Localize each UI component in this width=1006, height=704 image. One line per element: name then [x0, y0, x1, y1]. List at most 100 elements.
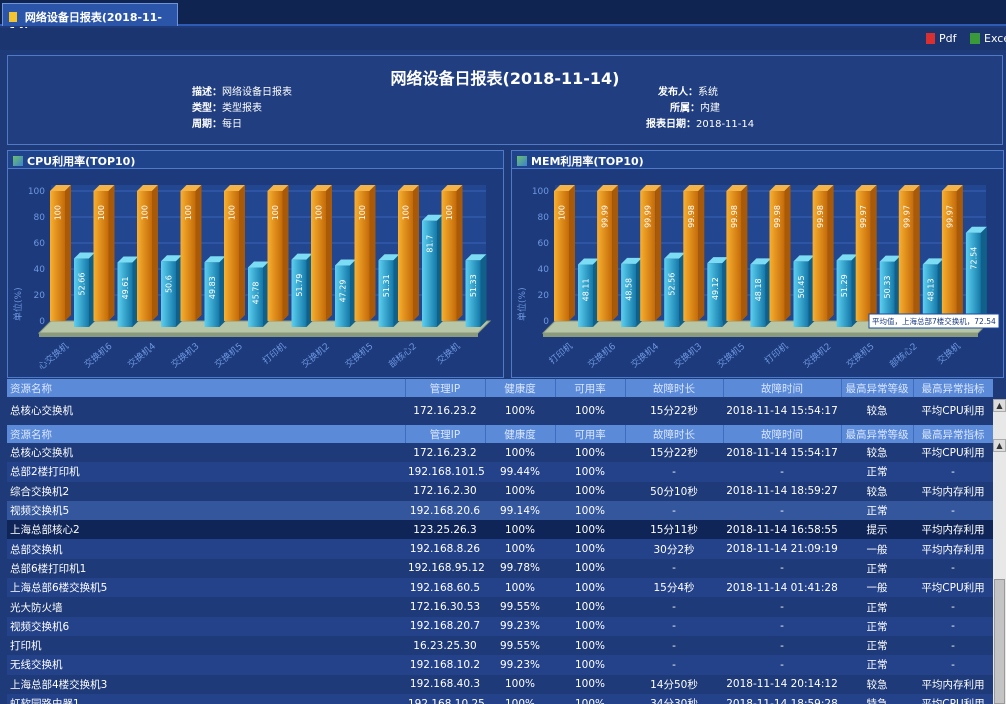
column-header[interactable]: 资源名称	[7, 379, 406, 397]
table-cell: 平均内存利用	[913, 539, 993, 559]
x-tick-label: 部核心2	[386, 340, 419, 370]
table-row[interactable]: 总部6楼打印机1 192.168.95.12 99.78% 100% - - 正常 -	[7, 558, 993, 579]
column-header[interactable]: 最高异常等级	[841, 379, 914, 397]
table-cell: -	[913, 500, 993, 521]
bar-side	[913, 185, 920, 321]
table-cell: 100%	[485, 539, 555, 559]
export-excel-button[interactable]: Excel	[970, 32, 1006, 45]
table-cell: 上海总部6楼交换机5	[7, 578, 405, 598]
table-cell: 100%	[555, 597, 625, 617]
data-label: 50.6	[165, 275, 174, 293]
report-title: 网络设备日报表(2018-11-14)	[390, 69, 620, 88]
data-label: 48.58	[625, 278, 634, 301]
table-row[interactable]: 无线交换机 192.168.10.2 99.23% 100% - - 正常 -	[7, 655, 993, 675]
table-cell: 192.168.40.3	[405, 674, 485, 694]
meta-publisher: 发布人：系统	[658, 87, 718, 98]
table-cell: 192.168.101.56	[405, 462, 485, 482]
table-cell: 光大防火墙	[7, 597, 405, 617]
table-cell: 100%	[555, 578, 625, 598]
data-label: 47.29	[339, 280, 348, 303]
table-cell: 2018-11-14 01:41:28	[723, 578, 841, 598]
table-row[interactable]: 打印机 16.23.25.30 99.55% 100% - - 正常 -	[7, 635, 993, 656]
tab-report[interactable]: 网络设备日报表(2018-11-14)	[2, 3, 178, 38]
column-header[interactable]: 最高异常等级	[841, 425, 914, 443]
data-label: 49.12	[711, 277, 720, 300]
column-header[interactable]: 故障时长	[625, 425, 724, 443]
table-cell: 较急	[841, 481, 913, 501]
column-header[interactable]: 健康度	[485, 379, 556, 397]
meta-owner: 所属：内建	[670, 103, 720, 114]
table-row[interactable]: 虹软园路由器1 192.168.10.25 100% 100% 34分30秒 2018-1…	[7, 693, 993, 704]
meta-type: 类型：类型报表	[192, 103, 262, 114]
excel-label: Excel	[984, 32, 1006, 45]
table-cell: 99.78%	[485, 558, 555, 579]
toolbar: Pdf Excel	[0, 28, 1006, 50]
table-row[interactable]: 总核心交换机 172.16.23.2 100% 100% 15分22秒 2018-11-1…	[7, 443, 993, 463]
table-cell: 100%	[555, 462, 625, 482]
x-tick-label: 交换机5	[844, 340, 877, 370]
table-cell: 平均内存利用	[913, 674, 993, 694]
table-row[interactable]: 综合交换机2 172.16.2.30 100% 100% 50分10秒 2018-11-1…	[7, 481, 993, 501]
data-label: 81.7	[426, 235, 435, 253]
column-header[interactable]: 可用率	[555, 379, 626, 397]
table-cell: 正常	[841, 462, 913, 482]
data-label: 99.99	[644, 205, 653, 228]
table-row[interactable]: 光大防火墙 172.16.30.53 99.55% 100% - - 正常 -	[7, 597, 993, 617]
table-cell: 正常	[841, 655, 913, 675]
table-cell: 50分10秒	[625, 481, 723, 501]
bar-side	[456, 185, 463, 321]
mem-chart-title: MEM利用率(TOP10)	[531, 155, 644, 168]
table-cell: -	[913, 635, 993, 656]
y-axis-label: 单位(%)	[12, 287, 24, 321]
scroll-up-arrow[interactable]: ▲	[993, 399, 1006, 412]
table-cell: 视频交换机6	[7, 616, 405, 636]
bar-side	[65, 185, 71, 321]
table-cell: 正常	[841, 616, 913, 636]
meta-left: 描述：网络设备日报表 类型：类型报表 周期：每日	[192, 85, 292, 133]
column-header[interactable]: 可用率	[555, 425, 626, 443]
bar-side	[108, 185, 115, 321]
export-pdf-button[interactable]: Pdf	[926, 32, 957, 45]
table-row[interactable]: 上海总部6楼交换机5 192.168.60.5 100% 100% 15分4秒 2018-…	[7, 578, 993, 598]
table-cell: 100%	[485, 578, 555, 598]
bar-side	[870, 185, 877, 321]
table-cell: 99.55%	[485, 597, 555, 617]
data-label: 100	[402, 205, 411, 220]
x-tick-label: 交换机2	[801, 340, 834, 370]
y-tick-label: 80	[538, 213, 550, 223]
column-header[interactable]: 故障时间	[723, 379, 842, 397]
table-cell: -	[723, 635, 841, 656]
pdf-icon	[926, 33, 935, 44]
table-row[interactable]: 总部交换机 192.168.8.26 100% 100% 30分2秒 2018-11-14…	[7, 539, 993, 559]
x-tick-label: 部核心2	[887, 340, 920, 370]
bar-side	[741, 185, 748, 321]
table-cell: 100%	[555, 655, 625, 675]
table-cell: 100%	[555, 443, 625, 463]
table-row[interactable]: 视频交换机6 192.168.20.7 99.23% 100% - - 正常 -	[7, 616, 993, 636]
column-header[interactable]: 故障时长	[625, 379, 724, 397]
column-header[interactable]: 最高异常指标	[913, 425, 993, 443]
data-label: 99.97	[859, 205, 868, 228]
column-header[interactable]: 管理IP	[405, 379, 486, 397]
table-cell: 99.23%	[485, 655, 555, 675]
table-row[interactable]: 视频交换机5 192.168.20.6 99.14% 100% - - 正常 -	[7, 500, 993, 521]
data-label: 48.11	[582, 278, 591, 301]
table-cell: 15分4秒	[625, 578, 723, 598]
data-label: 100	[358, 205, 367, 220]
table-row[interactable]: 总核心交换机 172.16.23.2 100% 100% 15分22秒 2018-11-1…	[7, 397, 993, 425]
scroll-up-arrow-secondary[interactable]: ▲	[993, 439, 1006, 452]
excel-icon	[970, 33, 980, 44]
scroll-thumb[interactable]	[994, 579, 1005, 704]
data-label: 99.98	[687, 205, 696, 228]
table-row[interactable]: 上海总部核心2 123.25.26.3 100% 100% 15分11秒 2018-11-…	[7, 520, 993, 540]
table-cell: 192.168.8.26	[405, 539, 485, 559]
column-header[interactable]: 故障时间	[723, 425, 842, 443]
column-header[interactable]: 最高异常指标	[913, 379, 993, 397]
column-header[interactable]: 健康度	[485, 425, 556, 443]
mem-chart-header: MEM利用率(TOP10)	[512, 151, 1003, 169]
data-label: 99.98	[730, 205, 739, 228]
column-header[interactable]: 管理IP	[405, 425, 486, 443]
table-row[interactable]: 总部2楼打印机 192.168.101.56 99.44% 100% - - 正常 -	[7, 462, 993, 482]
table-row[interactable]: 上海总部4楼交换机3 192.168.40.3 100% 100% 14分50秒 2018…	[7, 674, 993, 694]
column-header[interactable]: 资源名称	[7, 425, 406, 443]
